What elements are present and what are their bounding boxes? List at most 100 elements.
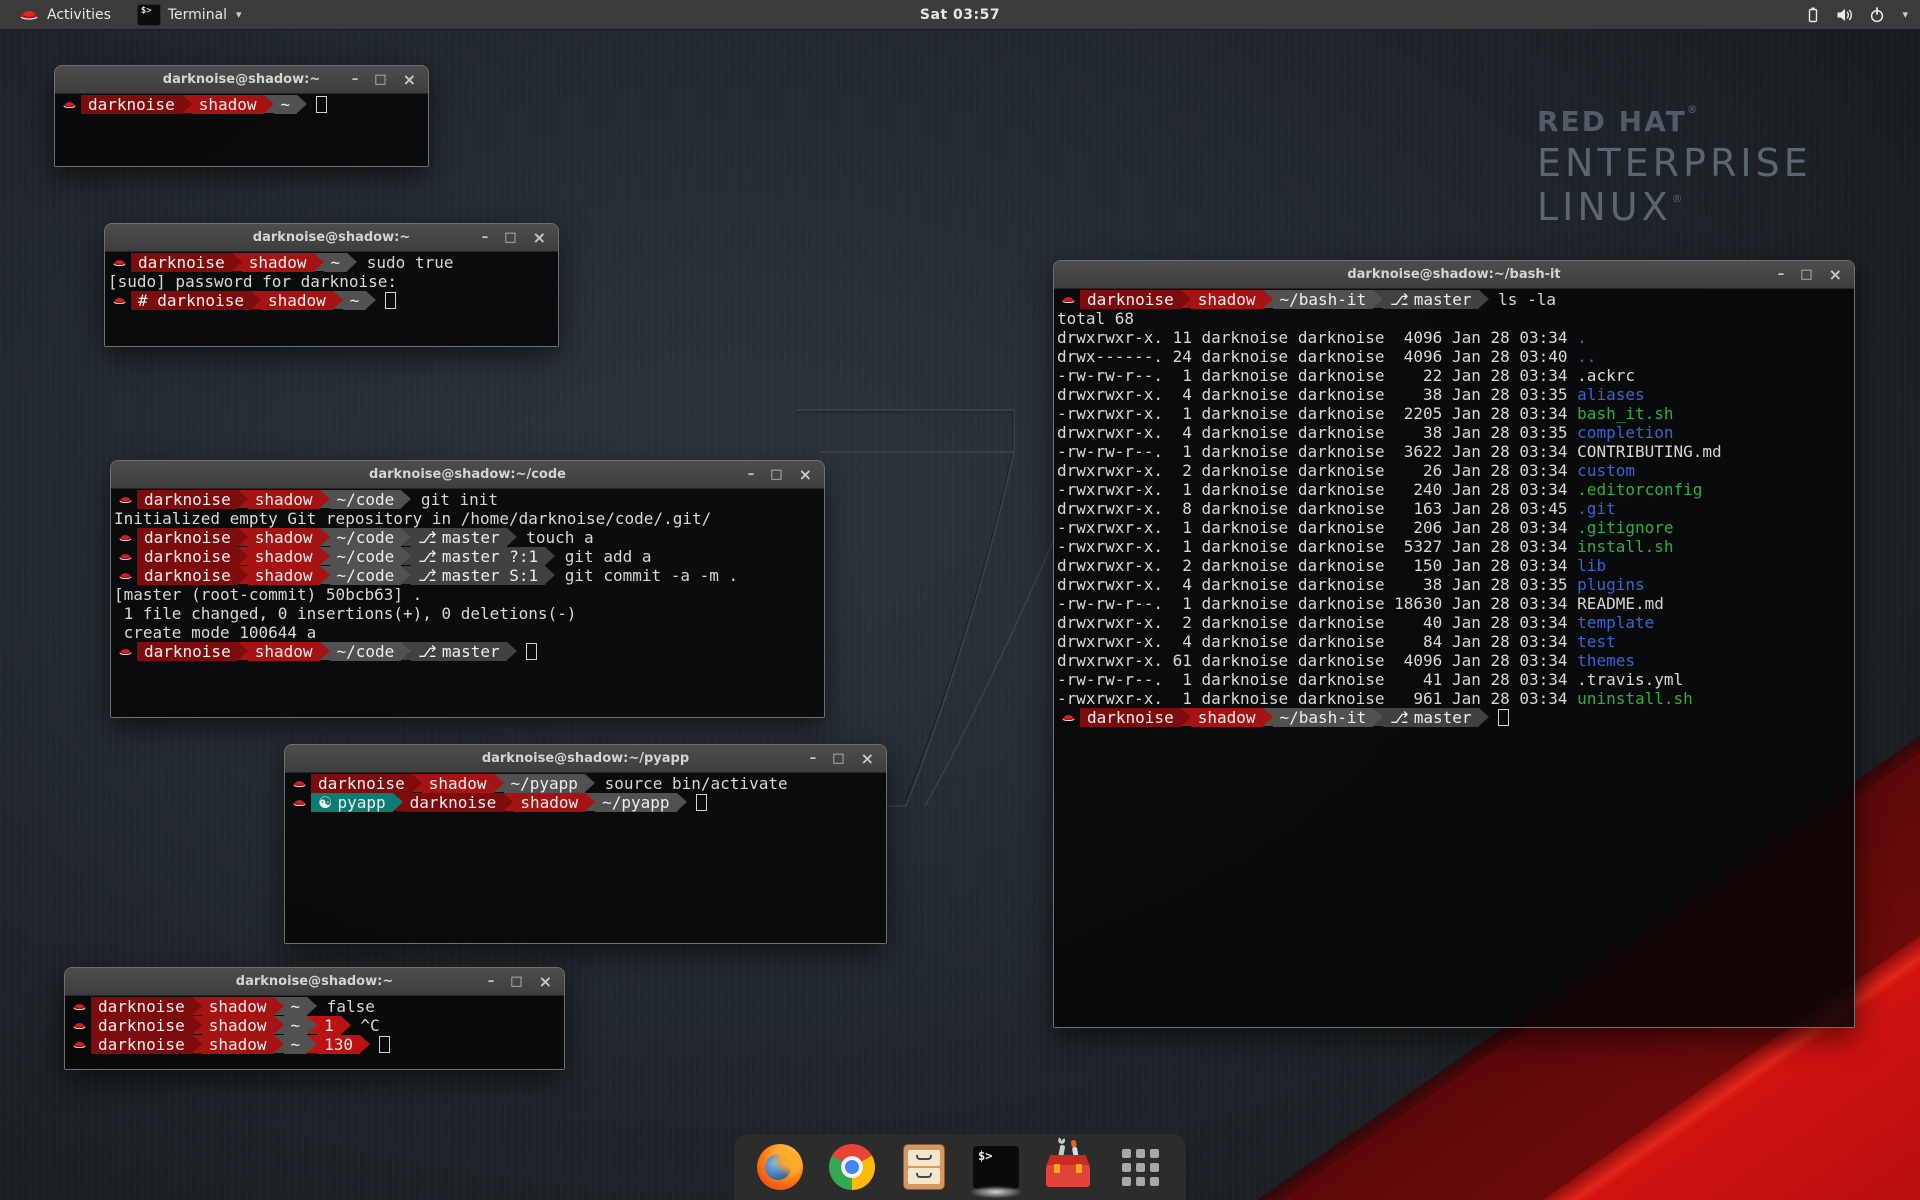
prompt-segment-host: shadow <box>192 95 264 114</box>
powerline-arrow-icon <box>347 253 357 271</box>
minimize-button[interactable]: – <box>810 745 817 772</box>
command-text: git commit -a -m . <box>555 566 738 585</box>
maximize-button[interactable]: □ <box>504 224 516 251</box>
prompt-hat-icon <box>68 1035 91 1054</box>
terminal-line: darknoiseshadow~ false <box>68 997 564 1016</box>
window-titlebar[interactable]: darknoise@shadow:~–□× <box>105 224 558 252</box>
maximize-button[interactable]: □ <box>1800 261 1812 288</box>
terminal-line: ☯ pyappdarknoiseshadow~/pyapp <box>288 793 886 812</box>
close-button[interactable]: × <box>861 745 874 772</box>
prompt-segment-user: darknoise <box>311 774 412 793</box>
terminal-content[interactable]: darknoiseshadow~/code git initInitialize… <box>111 489 824 717</box>
app-menu-label: Terminal <box>168 7 227 23</box>
file-name: .gitignore <box>1577 518 1673 537</box>
prompt-segment-user: darknoise <box>137 642 238 661</box>
close-button[interactable]: × <box>1829 261 1842 288</box>
terminal-content[interactable]: darknoiseshadow~ sudo true[sudo] passwor… <box>105 252 558 346</box>
system-status-area[interactable]: ▾ <box>1805 0 1908 29</box>
redhat-fedora-icon <box>72 1001 87 1012</box>
prompt-segment-path: ~/code <box>330 566 402 585</box>
terminal-line: darknoiseshadow~ sudo true <box>108 253 558 272</box>
terminal-content[interactable]: darknoiseshadow~/pyapp source bin/activa… <box>285 773 886 943</box>
terminal-line: -rwxrwxr-x. 1 darknoise darknoise 961 Ja… <box>1057 689 1854 708</box>
powerline-arrow-icon <box>366 291 376 309</box>
terminal-content[interactable]: darknoiseshadow~ falsedarknoiseshadow~1 … <box>65 996 564 1069</box>
file-name: .editorconfig <box>1577 480 1702 499</box>
clock[interactable]: Sat 03:57 <box>920 7 1000 23</box>
prompt-segment-path: ~/code <box>330 490 402 509</box>
prompt-segment-git: ⎇ master <box>411 528 506 547</box>
terminal-window: darknoise@shadow:~/code–□×darknoiseshado… <box>110 460 825 718</box>
prompt-segment-user: darknoise <box>91 1035 192 1054</box>
window-titlebar[interactable]: darknoise@shadow:~–□× <box>55 66 428 94</box>
git-branch-icon: ⎇ <box>418 547 442 566</box>
maximize-button[interactable]: □ <box>832 745 844 772</box>
prompt-segment-host: shadow <box>202 1016 274 1035</box>
terminal-line: darknoiseshadow~/code⎇ master ?:1 git ad… <box>114 547 824 566</box>
file-name: .ackrc <box>1577 366 1635 385</box>
maximize-button[interactable]: □ <box>510 968 522 995</box>
terminal-line: # darknoiseshadow~ <box>108 291 558 310</box>
close-button[interactable]: × <box>533 224 546 251</box>
terminal-cursor <box>385 292 396 309</box>
powerline-arrow-icon <box>507 528 517 546</box>
terminal-line: darknoiseshadow~/pyapp source bin/activa… <box>288 774 886 793</box>
close-button[interactable]: × <box>539 968 552 995</box>
powerline-arrow-icon <box>545 547 555 565</box>
dock-item-files[interactable] <box>900 1143 948 1191</box>
command-text: ls -la <box>1489 290 1556 309</box>
terminal-line: drwxrwxr-x. 4 darknoise darknoise 38 Jan… <box>1057 423 1854 442</box>
prompt-segment-host: shadow <box>202 1035 274 1054</box>
output-text: create mode 100644 a <box>114 623 316 642</box>
file-name: .git <box>1577 499 1616 518</box>
terminal-window: darknoise@shadow:~–□×darknoiseshadow~ su… <box>104 223 559 347</box>
maximize-button[interactable]: □ <box>770 461 782 488</box>
prompt-segment-path: ~ <box>284 1035 308 1054</box>
app-menu-terminal[interactable]: $> Terminal ▾ <box>127 0 252 29</box>
activities-label: Activities <box>47 7 111 23</box>
close-button[interactable]: × <box>403 66 416 93</box>
desktop: RED HAT® ENTERPRISE LINUX® darknoise@sha… <box>0 0 1920 1200</box>
minimize-button[interactable]: – <box>1778 261 1785 288</box>
terminal-window: darknoise@shadow:~/bash-it –□ ×darknoisesh… <box>1053 260 1855 1028</box>
dock-item-app-grid[interactable] <box>1116 1143 1164 1191</box>
window-title: darknoise@shadow:~/bash-it <box>1347 267 1560 282</box>
minimize-button[interactable]: – <box>352 66 359 93</box>
terminal-content[interactable]: darknoiseshadow~/bash-it⎇ master ls -lat… <box>1054 289 1854 1027</box>
dock-item-chrome[interactable] <box>828 1143 876 1191</box>
dock-item-firefox[interactable] <box>756 1143 804 1191</box>
terminal-line: darknoiseshadow~/code⎇ master touch a <box>114 528 824 547</box>
close-button[interactable]: × <box>799 461 812 488</box>
terminal-content[interactable]: darknoiseshadow~ <box>55 94 428 166</box>
output-text: drwxrwxr-x. 4 darknoise darknoise 38 Jan… <box>1057 385 1577 404</box>
activities-button[interactable]: Activities <box>8 0 121 29</box>
prompt-segment-host: shadow <box>422 774 494 793</box>
window-titlebar[interactable]: darknoise@shadow:~–□× <box>65 968 564 996</box>
file-name: plugins <box>1577 575 1644 594</box>
dock-item-toolbox[interactable] <box>1044 1143 1092 1191</box>
powerline-arrow-icon <box>297 95 307 113</box>
minimize-button[interactable]: – <box>482 224 489 251</box>
powerline-arrow-icon <box>192 1035 202 1053</box>
minimize-button[interactable]: – <box>488 968 495 995</box>
window-titlebar[interactable]: darknoise@shadow:~/bash-it –□ × <box>1054 261 1854 289</box>
window-titlebar[interactable]: darknoise@shadow:~/pyapp–□× <box>285 745 886 773</box>
terminal-cursor <box>1498 709 1509 726</box>
prompt-segment-host: shadow <box>513 793 585 812</box>
powerline-arrow-icon <box>251 291 261 309</box>
prompt-segment-host: shadow <box>248 566 320 585</box>
file-name: bash_it.sh <box>1577 404 1673 423</box>
terminal-line: -rw-rw-r--. 1 darknoise darknoise 18630 … <box>1057 594 1854 613</box>
powerline-arrow-icon <box>238 566 248 584</box>
window-titlebar[interactable]: darknoise@shadow:~/code –□ × <box>111 461 824 489</box>
terminal-line: [master (root-commit) 50bcb63] . <box>114 585 824 604</box>
window-title: darknoise@shadow:~/code <box>369 467 566 482</box>
minimize-button[interactable]: – <box>748 461 755 488</box>
terminal-window: darknoise@shadow:~/pyapp–□×darknoiseshad… <box>284 744 887 944</box>
dock-item-terminal[interactable]: $> <box>972 1143 1020 1191</box>
terminal-line: drwx------. 24 darknoise darknoise 4096 … <box>1057 347 1854 366</box>
file-name: themes <box>1577 651 1635 670</box>
maximize-button[interactable]: □ <box>374 66 386 93</box>
powerline-arrow-icon <box>238 490 248 508</box>
powerline-arrow-icon <box>545 566 555 584</box>
